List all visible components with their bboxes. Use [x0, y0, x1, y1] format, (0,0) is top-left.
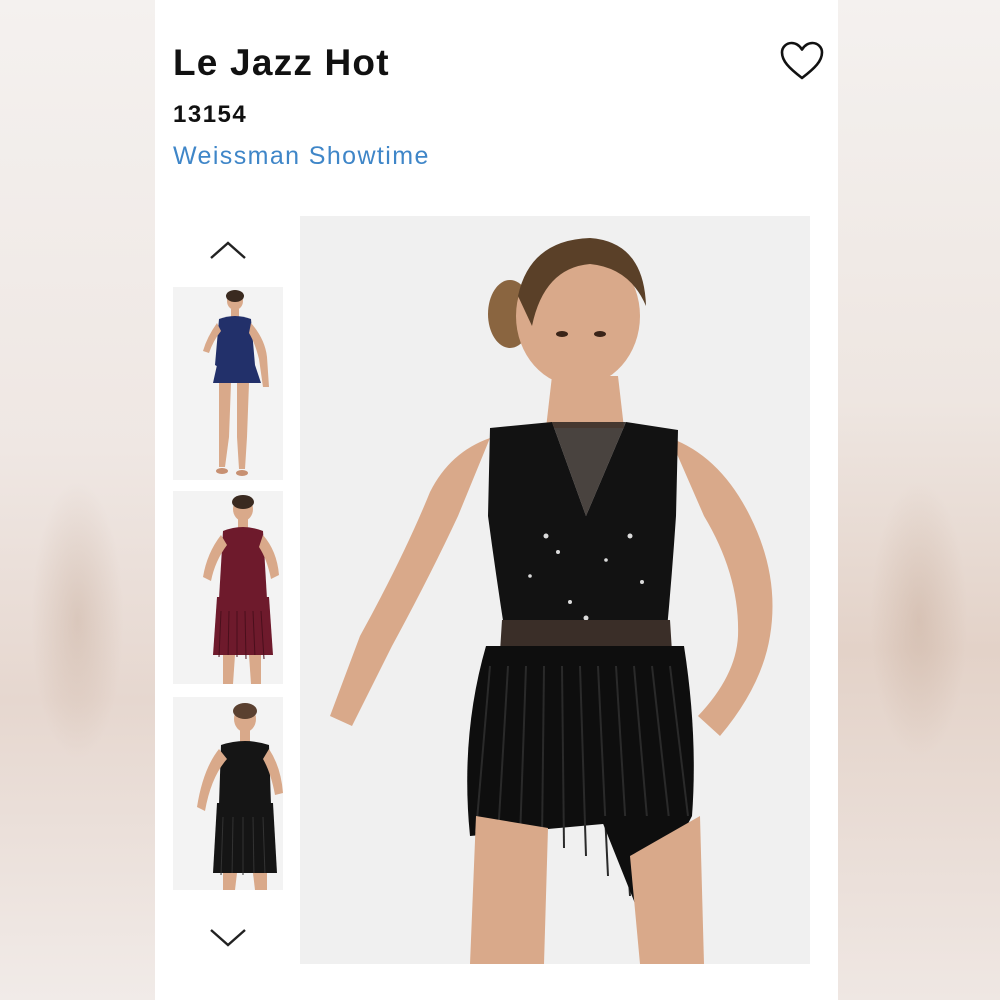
chevron-down-icon: [210, 929, 246, 947]
heart-outline-icon: [780, 41, 824, 80]
thumbnail-1[interactable]: [173, 287, 283, 480]
blurred-backdrop-left: [0, 0, 155, 1000]
favorite-button[interactable]: [779, 40, 825, 82]
thumbnail-3[interactable]: [173, 697, 283, 890]
thumbnail-image-burgundy: [173, 491, 283, 684]
thumbnail-image-black: [173, 697, 283, 890]
main-product-image[interactable]: [300, 216, 810, 964]
brand-link[interactable]: Weissman Showtime: [173, 142, 430, 171]
thumbnail-2[interactable]: [173, 491, 283, 684]
product-panel: Le Jazz Hot 13154 Weissman Showtime: [155, 0, 838, 1000]
main-image-black-costume: [300, 216, 810, 964]
thumbnails-scroll-down-button[interactable]: [207, 926, 249, 950]
blurred-backdrop-right: [838, 0, 1000, 1000]
thumbnail-image-navy: [173, 287, 283, 480]
product-sku: 13154: [173, 101, 248, 128]
chevron-up-icon: [210, 241, 246, 259]
product-title: Le Jazz Hot: [173, 42, 390, 83]
thumbnails-scroll-up-button[interactable]: [207, 238, 249, 262]
